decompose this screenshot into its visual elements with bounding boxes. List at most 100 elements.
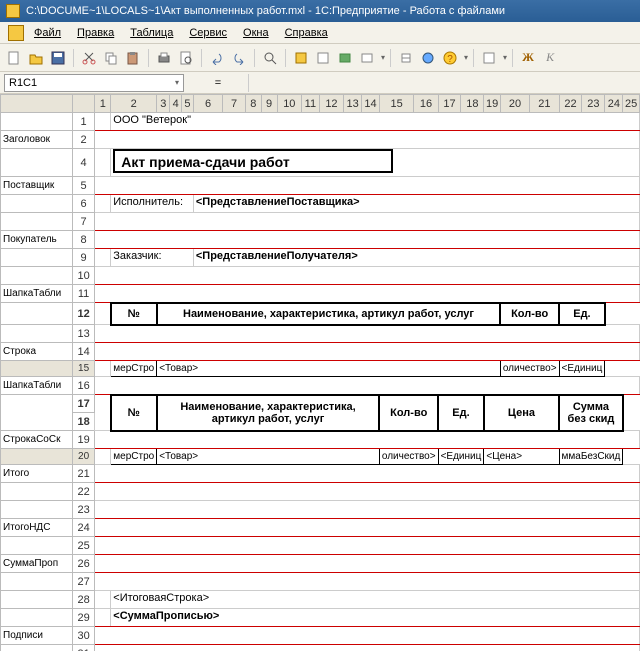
col-hdr[interactable]: 17 [438, 95, 461, 113]
app-menu-icon[interactable] [8, 25, 24, 41]
bold-button[interactable]: Ж [518, 48, 538, 68]
find-button[interactable] [260, 48, 280, 68]
col-hdr[interactable]: 7 [223, 95, 246, 113]
fld-unit: <Единиц [438, 449, 484, 465]
titlebar: C:\DOCUME~1\LOCALS~1\Акт выполненных раб… [0, 0, 640, 22]
corner-num[interactable] [72, 95, 94, 113]
col-hdr[interactable]: 13 [344, 95, 362, 113]
col-sum: Сумма без скид [559, 395, 623, 431]
section-header[interactable]: Заголовок [1, 131, 73, 149]
undo-button[interactable] [207, 48, 227, 68]
open-button[interactable] [26, 48, 46, 68]
col-hdr[interactable]: 8 [245, 95, 261, 113]
separator [148, 49, 149, 67]
dropdown-icon[interactable]: ▾ [503, 53, 507, 62]
separator [73, 49, 74, 67]
name-box[interactable]: R1C1 ▾ [4, 74, 184, 92]
col-hdr[interactable]: 25 [623, 95, 640, 113]
col-hdr[interactable]: 6 [193, 95, 222, 113]
col-hdr[interactable]: 10 [277, 95, 302, 113]
col-num: № [111, 395, 157, 431]
col-unit: Ед. [438, 395, 484, 431]
menu-table[interactable]: Таблица [124, 25, 179, 41]
app-icon [6, 4, 20, 18]
menu-help[interactable]: Справка [279, 25, 334, 41]
btn-f[interactable] [418, 48, 438, 68]
chevron-down-icon[interactable]: ▾ [175, 78, 179, 87]
col-num: № [111, 303, 157, 325]
formula-input[interactable] [248, 74, 640, 92]
col-hdr[interactable]: 21 [530, 95, 559, 113]
col-hdr[interactable]: 16 [414, 95, 438, 113]
separator [473, 49, 474, 67]
section-rowdisc[interactable]: СтрокаСоСк [1, 431, 73, 449]
section-sumwords[interactable]: СуммаПроп [1, 555, 73, 573]
col-hdr[interactable]: 9 [261, 95, 277, 113]
col-hdr[interactable]: 15 [379, 95, 414, 113]
col-hdr[interactable]: 12 [319, 95, 344, 113]
menu-edit[interactable]: Правка [71, 25, 120, 41]
col-hdr[interactable]: 19 [484, 95, 500, 113]
section-supplier[interactable]: Поставщик [1, 177, 73, 195]
col-hdr[interactable]: 11 [302, 95, 320, 113]
document-title: Акт приема-сдачи работ [113, 149, 393, 173]
dropdown-icon[interactable]: ▾ [464, 53, 468, 62]
col-hdr[interactable]: 22 [559, 95, 582, 113]
btn-d[interactable] [357, 48, 377, 68]
btn-b[interactable] [313, 48, 333, 68]
col-hdr[interactable]: 24 [605, 95, 623, 113]
org-name: ООО "Ветерок" [113, 114, 191, 126]
col-hdr[interactable]: 1 [95, 95, 111, 113]
col-hdr[interactable]: 5 [182, 95, 194, 113]
paste-button[interactable] [123, 48, 143, 68]
fld-qty: оличество> [500, 361, 559, 377]
section-tablehead[interactable]: ШапкаТабли [1, 285, 73, 303]
new-button[interactable] [4, 48, 24, 68]
section-total[interactable]: Итого [1, 465, 73, 483]
formula-label: = [188, 77, 248, 89]
help-button[interactable]: ? [440, 48, 460, 68]
italic-button[interactable]: К [540, 48, 560, 68]
btn-c[interactable] [335, 48, 355, 68]
col-qty: Кол-во [500, 303, 559, 325]
copy-button[interactable] [101, 48, 121, 68]
corner-name[interactable] [1, 95, 73, 113]
col-hdr[interactable]: 18 [461, 95, 484, 113]
spreadsheet-grid[interactable]: 1 2 3 4 5 6 7 8 9 10 11 12 13 14 15 16 1… [0, 94, 640, 651]
save-button[interactable] [48, 48, 68, 68]
col-name2: Наименование, характеристика, артикул ра… [157, 395, 380, 431]
col-hdr[interactable]: 2 [111, 95, 157, 113]
redo-button[interactable] [229, 48, 249, 68]
fld-num: мерСтро [111, 361, 157, 377]
section-tablehead2[interactable]: ШапкаТабли [1, 377, 73, 395]
fld-price: <Цена> [484, 449, 559, 465]
col-hdr[interactable]: 23 [582, 95, 605, 113]
menu-service[interactable]: Сервис [183, 25, 233, 41]
col-hdr[interactable]: 14 [362, 95, 380, 113]
col-hdr[interactable]: 3 [157, 95, 170, 113]
col-hdr[interactable]: 20 [500, 95, 529, 113]
preview-button[interactable] [176, 48, 196, 68]
section-buyer[interactable]: Покупатель [1, 231, 73, 249]
col-price: Цена [484, 395, 559, 431]
fld-good: <Товар> [157, 361, 501, 377]
dropdown-icon[interactable]: ▾ [381, 53, 385, 62]
section-totalvat[interactable]: ИтогоНДС [1, 519, 73, 537]
col-hdr[interactable]: 4 [170, 95, 182, 113]
cut-button[interactable] [79, 48, 99, 68]
separator [390, 49, 391, 67]
menu-file[interactable]: Файл [28, 25, 67, 41]
section-row[interactable]: Строка [1, 343, 73, 361]
btn-a[interactable] [291, 48, 311, 68]
fld-good: <Товар> [157, 449, 380, 465]
executor-value: <ПредставлениеПоставщика> [196, 196, 360, 208]
print-button[interactable] [154, 48, 174, 68]
btn-g[interactable] [479, 48, 499, 68]
sum-words: <СуммаПрописью> [113, 610, 219, 622]
btn-e[interactable] [396, 48, 416, 68]
name-box-value: R1C1 [9, 77, 173, 89]
menu-window[interactable]: Окна [237, 25, 275, 41]
customer-value: <ПредставлениеПолучателя> [196, 250, 358, 262]
section-signatures[interactable]: Подписи [1, 627, 73, 645]
col-name: Наименование, характеристика, артикул ра… [157, 303, 501, 325]
